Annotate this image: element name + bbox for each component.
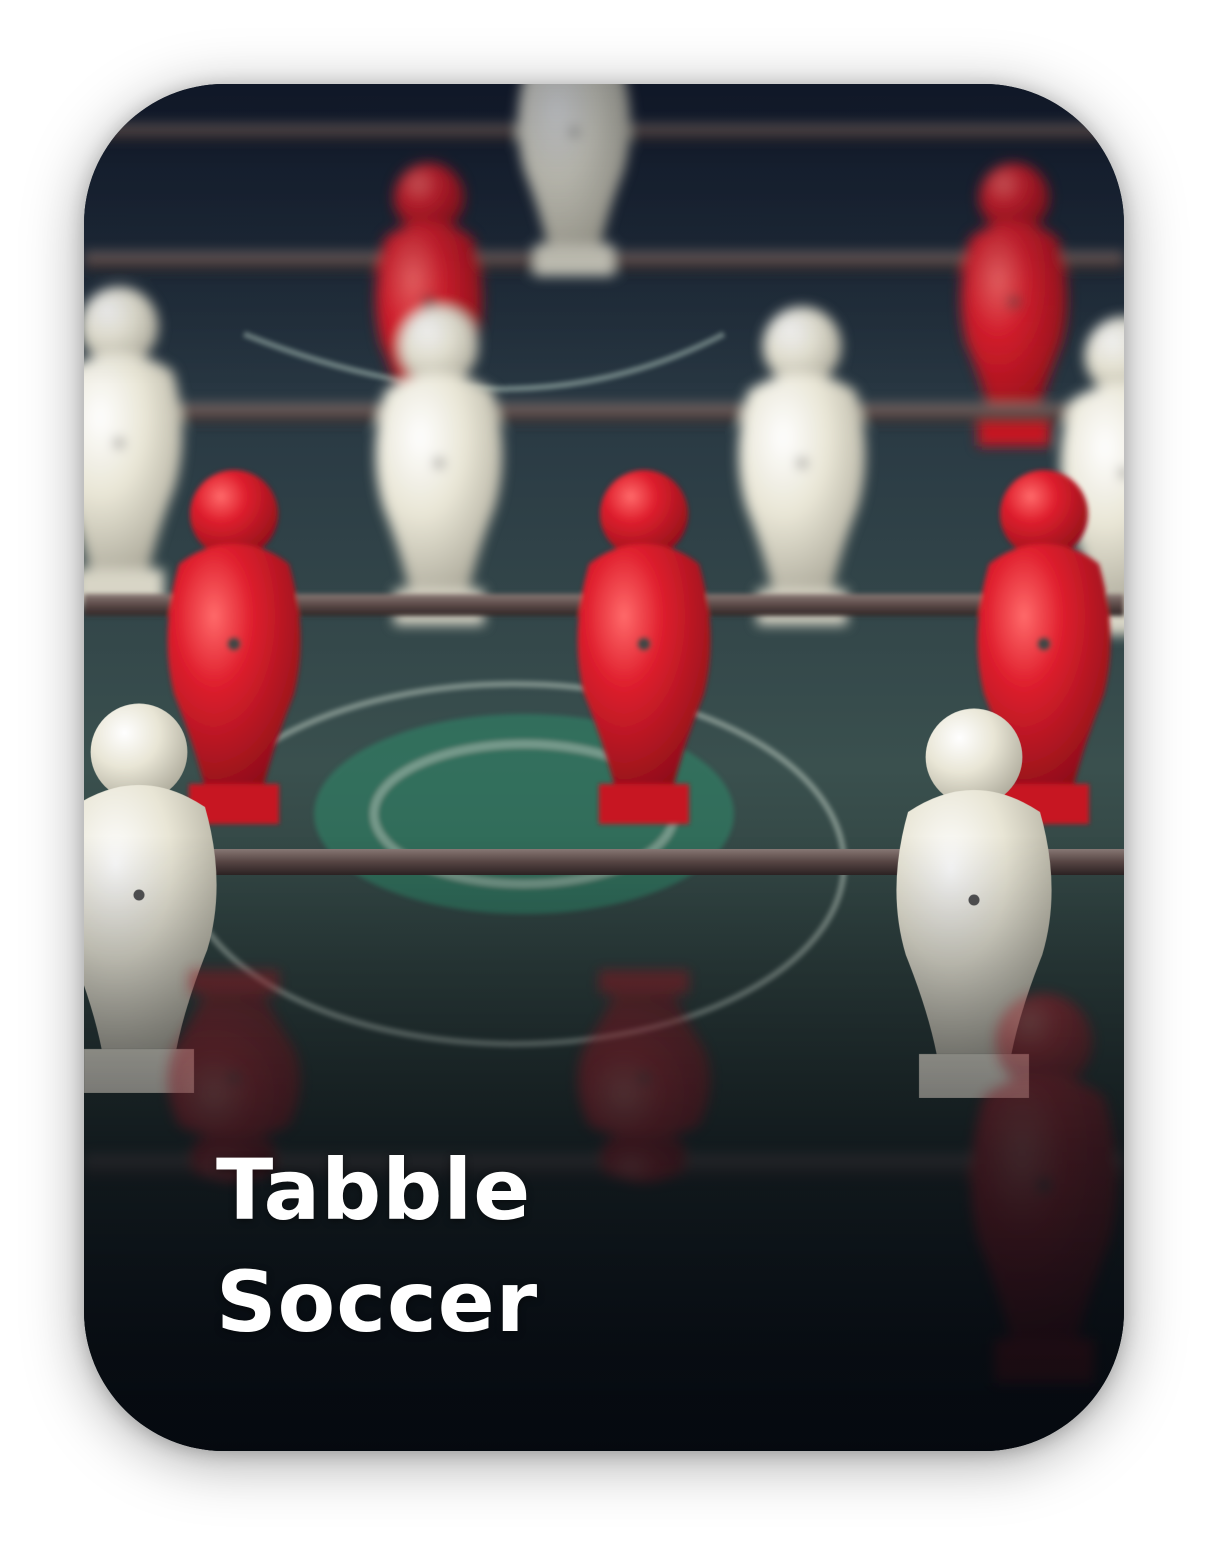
table-soccer-card[interactable]: Tabble Soccer [84,84,1124,1451]
card-title: Tabble Soccer [216,1134,538,1358]
card-title-line-1: Tabble [216,1141,532,1239]
page: Tabble Soccer [0,0,1232,1560]
card-title-line-2: Soccer [216,1253,539,1351]
